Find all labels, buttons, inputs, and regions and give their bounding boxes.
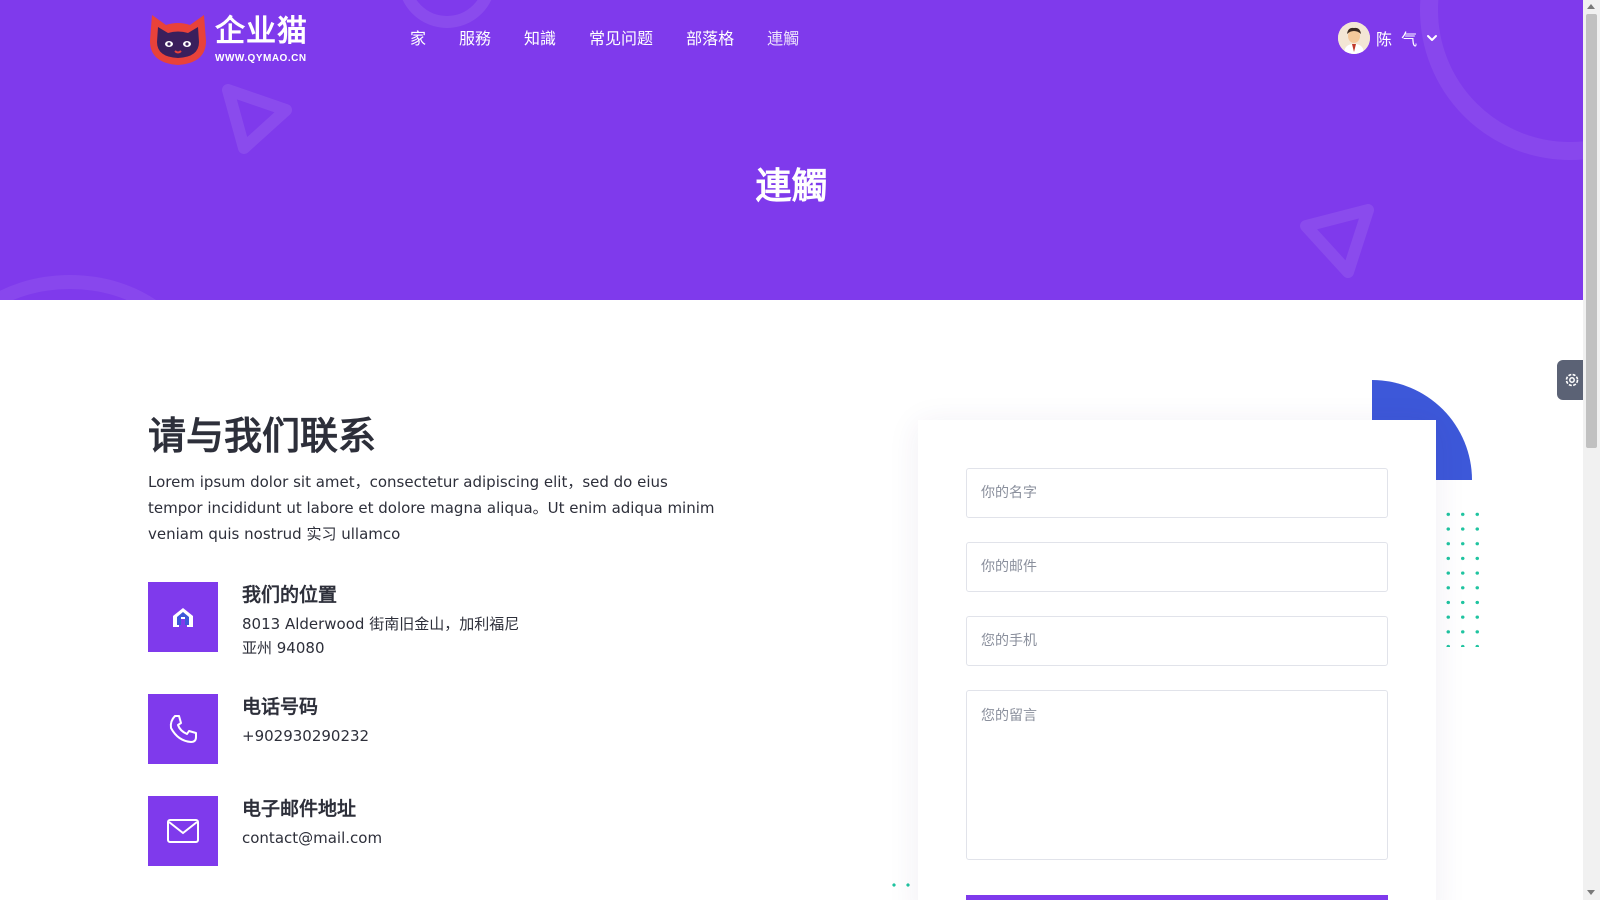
scroll-up-arrow-icon[interactable] (1587, 4, 1595, 9)
info-email: 电子邮件地址 contact@mail.com (148, 796, 522, 866)
page-scrollbar[interactable] (1583, 0, 1600, 900)
cat-logo-icon (150, 15, 206, 65)
user-menu[interactable]: 陈 气 (1338, 22, 1439, 54)
decor-triangle (222, 84, 292, 154)
contact-intro: Lorem ipsum dolor sit amet，consectetur a… (148, 473, 715, 543)
info-location: 我们的位置 8013 Alderwood 街南旧金山，加利福尼亚州 94080 (148, 582, 522, 660)
brand-name: 企业猫 (215, 14, 308, 49)
info-phone: 电话号码 +902930290232 (148, 694, 522, 764)
mail-icon (167, 819, 199, 843)
email-icon-box (148, 796, 218, 866)
nav-item-faq[interactable]: 常见问题 (589, 28, 653, 50)
scroll-thumb[interactable] (1586, 14, 1597, 448)
phone-input[interactable] (966, 616, 1388, 666)
decor-triangle (1300, 204, 1374, 278)
user-name: 陈 气 (1376, 30, 1420, 49)
decor-dots (887, 880, 917, 890)
location-icon-box (148, 582, 218, 652)
brand-logo[interactable]: 企业猫 WWW.QYMAO.CN (148, 11, 318, 67)
chevron-down-icon (1427, 35, 1438, 41)
decor-dots (1441, 507, 1481, 647)
decor-arc (398, 0, 496, 28)
info-title: 电话号码 (242, 696, 319, 718)
contact-heading: 请与我们联系 (148, 414, 377, 458)
gear-icon (1565, 373, 1579, 387)
info-title: 电子邮件地址 (242, 798, 357, 820)
home-icon (173, 608, 193, 627)
nav-item-contact[interactable]: 連觸 (767, 28, 799, 50)
phone-icon-box (148, 694, 218, 764)
scroll-down-arrow-icon[interactable] (1587, 890, 1595, 895)
nav-item-knowledge[interactable]: 知識 (524, 28, 556, 50)
nav-item-services[interactable]: 服務 (459, 28, 491, 50)
hero-banner: 企业猫 WWW.QYMAO.CN 家 服務 知識 常见问题 部落格 連觸 陈 气… (0, 0, 1583, 300)
submit-button[interactable] (966, 895, 1388, 900)
nav-item-blog[interactable]: 部落格 (686, 28, 734, 50)
message-input[interactable] (966, 690, 1388, 860)
decor-arc (1420, 0, 1583, 160)
info-title: 我们的位置 (242, 584, 338, 606)
page-title: 連觸 (755, 166, 828, 207)
phone-icon (169, 715, 197, 743)
info-text: 8013 Alderwood 街南旧金山，加利福尼亚州 94080 (242, 615, 520, 657)
contact-form (918, 420, 1436, 900)
email-input[interactable] (966, 542, 1388, 592)
info-text: +902930290232 (242, 727, 370, 745)
brand-url: WWW.QYMAO.CN (215, 53, 307, 64)
info-text: contact@mail.com (242, 829, 383, 847)
user-avatar-icon (1338, 22, 1370, 54)
nav-item-home[interactable]: 家 (410, 28, 426, 50)
decor-arc (0, 275, 200, 300)
name-input[interactable] (966, 468, 1388, 518)
avatar (1338, 22, 1370, 54)
main-nav: 家 服務 知識 常见问题 部落格 連觸 (410, 28, 832, 50)
